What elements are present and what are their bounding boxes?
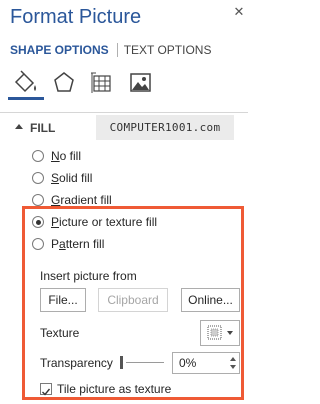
insert-picture-from-label: Insert picture from xyxy=(40,269,137,283)
file-button[interactable]: File... xyxy=(40,288,86,312)
texture-label: Texture xyxy=(40,326,80,340)
transparency-value[interactable]: 0% xyxy=(179,356,196,370)
texture-dropdown[interactable] xyxy=(200,320,240,346)
pane-title: Format Picture xyxy=(10,6,142,28)
radio-solid-fill[interactable]: Solid fill xyxy=(32,171,92,185)
tab-text-options[interactable]: TEXT OPTIONS xyxy=(124,43,212,57)
category-icon-row xyxy=(0,66,248,106)
tile-checkbox[interactable] xyxy=(40,383,52,396)
watermark: COMPUTER1001.com xyxy=(96,115,234,140)
radio-label: Pattern fill xyxy=(51,237,105,251)
radio-button[interactable] xyxy=(32,150,44,162)
close-icon[interactable]: ✕ xyxy=(232,4,246,20)
transparency-slider-track[interactable] xyxy=(126,362,164,363)
radio-button-selected[interactable] xyxy=(32,216,44,228)
radio-label: Picture or texture fill xyxy=(51,215,158,229)
tile-checkbox-label: Tile picture as texture xyxy=(57,382,172,396)
texture-swatch-icon xyxy=(207,325,233,340)
size-properties-icon[interactable] xyxy=(84,68,120,100)
tab-shape-options[interactable]: SHAPE OPTIONS xyxy=(10,43,109,57)
collapse-caret-icon[interactable] xyxy=(15,124,23,129)
radio-label: Gradient fill xyxy=(51,193,112,207)
tab-divider xyxy=(116,43,118,57)
checkmark-icon xyxy=(42,388,51,396)
options-tabs: SHAPE OPTIONS TEXT OPTIONS xyxy=(10,43,211,57)
radio-button[interactable] xyxy=(32,238,44,250)
picture-icon[interactable] xyxy=(122,68,158,100)
online-button[interactable]: Online... xyxy=(181,288,240,312)
radio-pattern-fill[interactable]: Pattern fill xyxy=(32,237,104,251)
spinner-arrows-icon[interactable] xyxy=(229,355,237,371)
radio-picture-texture-fill[interactable]: Picture or texture fill xyxy=(32,215,157,229)
format-picture-pane: Format Picture ✕ SHAPE OPTIONS TEXT OPTI… xyxy=(0,0,248,404)
fill-line-icon[interactable] xyxy=(8,68,44,100)
radio-label: Solid fill xyxy=(51,171,93,185)
fill-section-label: FILL xyxy=(30,121,56,135)
transparency-slider-thumb[interactable] xyxy=(120,356,123,369)
transparency-label: Transparency xyxy=(40,356,113,370)
radio-label: No fill xyxy=(51,149,82,163)
transparency-spinner[interactable]: 0% xyxy=(172,352,240,374)
radio-no-fill[interactable]: No fill xyxy=(32,149,81,163)
radio-gradient-fill[interactable]: Gradient fill xyxy=(32,193,112,207)
clipboard-button[interactable]: Clipboard xyxy=(98,288,168,312)
radio-button[interactable] xyxy=(32,172,44,184)
radio-button[interactable] xyxy=(32,194,44,206)
effects-icon[interactable] xyxy=(46,68,82,100)
